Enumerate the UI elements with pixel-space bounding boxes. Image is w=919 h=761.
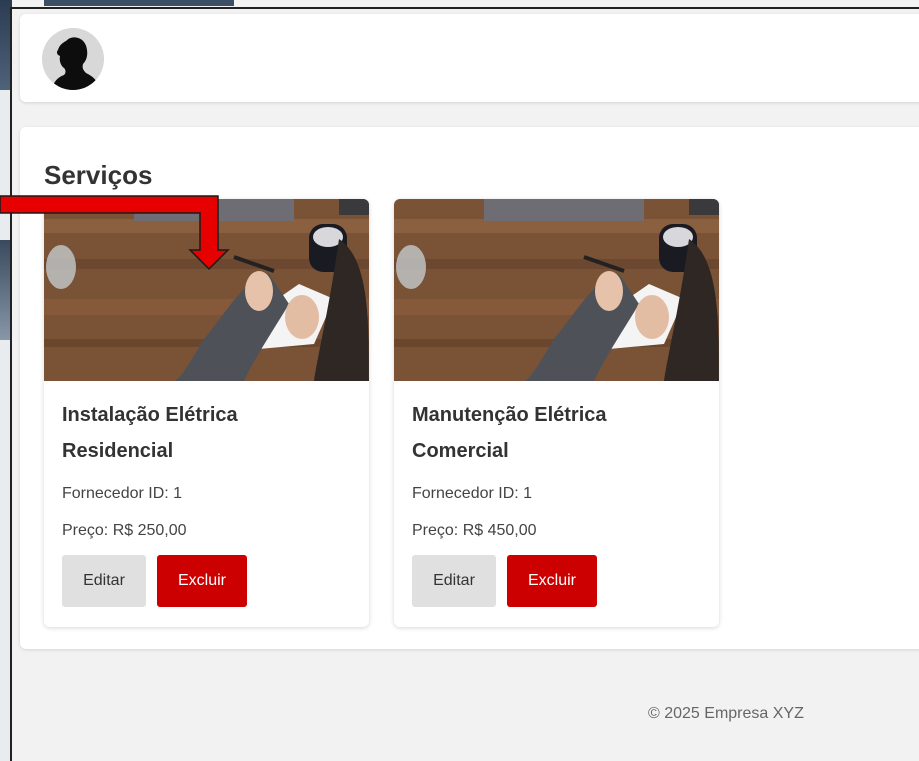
service-supplier: Fornecedor ID: 1 <box>62 485 183 502</box>
service-title: Instalação Elétrica Residencial <box>62 404 238 462</box>
section-title: Serviços <box>44 160 153 190</box>
page-header <box>20 14 919 102</box>
service-price: Preço: R$ 250,00 <box>62 522 187 539</box>
service-supplier: Fornecedor ID: 1 <box>412 485 533 502</box>
service-title: Manutenção Elétrica Comercial <box>412 404 607 462</box>
service-image <box>394 199 719 381</box>
delete-button[interactable]: Excluir <box>507 555 597 607</box>
user-silhouette-icon <box>42 28 104 90</box>
delete-button[interactable]: Excluir <box>157 555 247 607</box>
service-card: Manutenção Elétrica Comercial Fornecedor… <box>394 199 719 627</box>
browser-viewport: Serviços Instalação Elétrica Residencial… <box>10 7 919 761</box>
service-image <box>44 199 369 381</box>
avatar[interactable] <box>42 28 104 90</box>
edit-button[interactable]: Editar <box>412 555 496 607</box>
background-window-thumb <box>44 0 234 6</box>
service-price: Preço: R$ 450,00 <box>412 522 537 539</box>
services-section: Serviços Instalação Elétrica Residencial… <box>20 127 919 649</box>
footer-copyright: © 2025 Empresa XYZ <box>648 705 804 722</box>
edit-button[interactable]: Editar <box>62 555 146 607</box>
service-card: Instalação Elétrica Residencial Forneced… <box>44 199 369 627</box>
